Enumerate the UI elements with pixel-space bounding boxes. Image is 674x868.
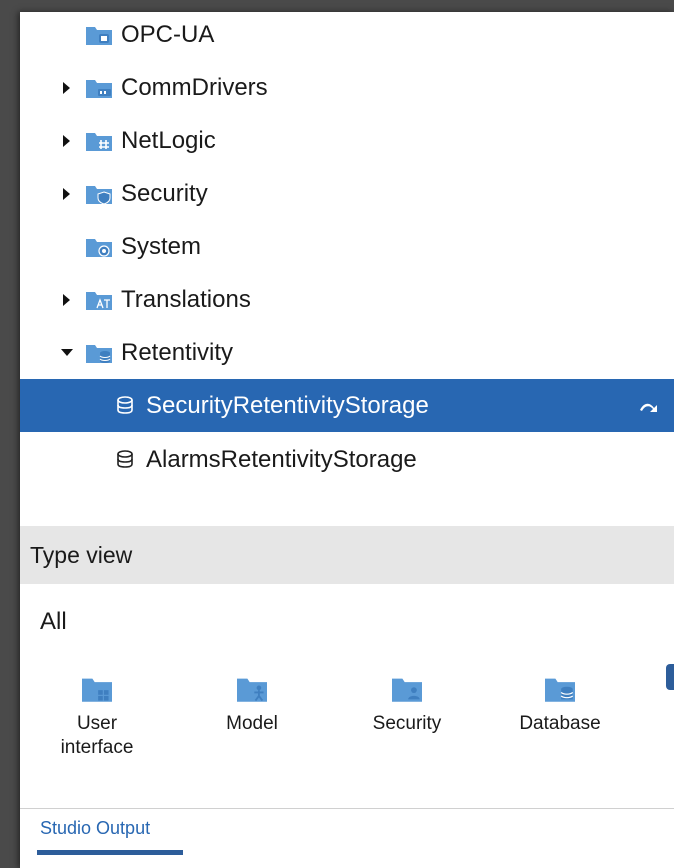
commdrivers-folder-icon bbox=[86, 79, 112, 98]
type-item-model[interactable]: Model bbox=[192, 676, 312, 736]
expand-arrow-icon[interactable] bbox=[63, 293, 70, 306]
security-folder-icon bbox=[86, 185, 112, 204]
type-view-header[interactable]: Type view bbox=[20, 526, 674, 584]
type-item-user-interface[interactable]: User interface bbox=[37, 676, 157, 760]
tab-studio-output[interactable]: Studio Output bbox=[40, 818, 150, 839]
tree-item-alarms-retentivity-storage[interactable]: AlarmsRetentivityStorage bbox=[20, 433, 674, 486]
security-folder-icon bbox=[392, 678, 422, 702]
netlogic-folder-icon bbox=[86, 132, 112, 151]
tree-item-label: Translations bbox=[121, 285, 251, 313]
type-view-title: Type view bbox=[30, 541, 133, 568]
scroll-button[interactable] bbox=[666, 664, 674, 690]
tree-item-label: AlarmsRetentivityStorage bbox=[146, 445, 417, 473]
tree-item-label: OPC-UA bbox=[121, 20, 215, 48]
tree-item-retentivity[interactable]: Retentivity bbox=[20, 326, 674, 379]
tree-item-commdrivers[interactable]: CommDrivers bbox=[20, 61, 674, 114]
tree-item-label: Retentivity bbox=[121, 338, 234, 366]
tree-item-system[interactable]: System bbox=[20, 220, 674, 273]
storage-icon bbox=[117, 449, 133, 468]
retentivity-folder-icon bbox=[86, 344, 112, 363]
type-item-label-line2: interface bbox=[60, 737, 134, 758]
expand-arrow-icon[interactable] bbox=[63, 81, 70, 94]
tree-item-translations[interactable]: Translations bbox=[20, 273, 674, 326]
type-item-label: Model bbox=[226, 713, 278, 734]
tree-item-netlogic[interactable]: NetLogic bbox=[20, 114, 674, 167]
translations-folder-icon bbox=[86, 291, 112, 310]
tree-item-opcua[interactable]: OPC-UA bbox=[20, 12, 674, 61]
type-item-security[interactable]: Security bbox=[347, 676, 467, 736]
expand-arrow-icon[interactable] bbox=[63, 187, 70, 200]
panel-divider bbox=[20, 808, 674, 809]
tree-item-label: SecurityRetentivityStorage bbox=[146, 391, 429, 419]
storage-icon bbox=[117, 395, 133, 414]
model-folder-icon bbox=[237, 678, 267, 702]
project-tree: OPC-UA CommDrivers NetLogic Security Sys… bbox=[20, 12, 674, 522]
type-item-label: Security bbox=[372, 713, 442, 734]
active-tab-indicator bbox=[37, 850, 183, 855]
opcua-folder-icon bbox=[86, 26, 112, 45]
type-filter[interactable]: All bbox=[40, 608, 67, 636]
type-item-database[interactable]: Database bbox=[500, 676, 620, 736]
tree-item-security[interactable]: Security bbox=[20, 167, 674, 220]
tree-item-label: System bbox=[121, 232, 202, 260]
user-interface-folder-icon bbox=[82, 678, 112, 702]
link-icon[interactable] bbox=[638, 399, 660, 413]
tree-item-label: Security bbox=[121, 179, 208, 207]
project-panel: OPC-UA CommDrivers NetLogic Security Sys… bbox=[20, 12, 674, 868]
collapse-arrow-icon[interactable] bbox=[61, 349, 73, 356]
expand-arrow-icon[interactable] bbox=[63, 134, 70, 147]
type-item-label-line1: User bbox=[76, 713, 118, 734]
tree-item-security-retentivity-storage[interactable]: SecurityRetentivityStorage bbox=[20, 379, 674, 432]
type-item-label: Database bbox=[519, 713, 601, 734]
tree-item-label: CommDrivers bbox=[121, 73, 268, 101]
tree-item-label: NetLogic bbox=[121, 126, 216, 154]
database-folder-icon bbox=[545, 678, 575, 702]
system-folder-icon bbox=[86, 238, 112, 257]
